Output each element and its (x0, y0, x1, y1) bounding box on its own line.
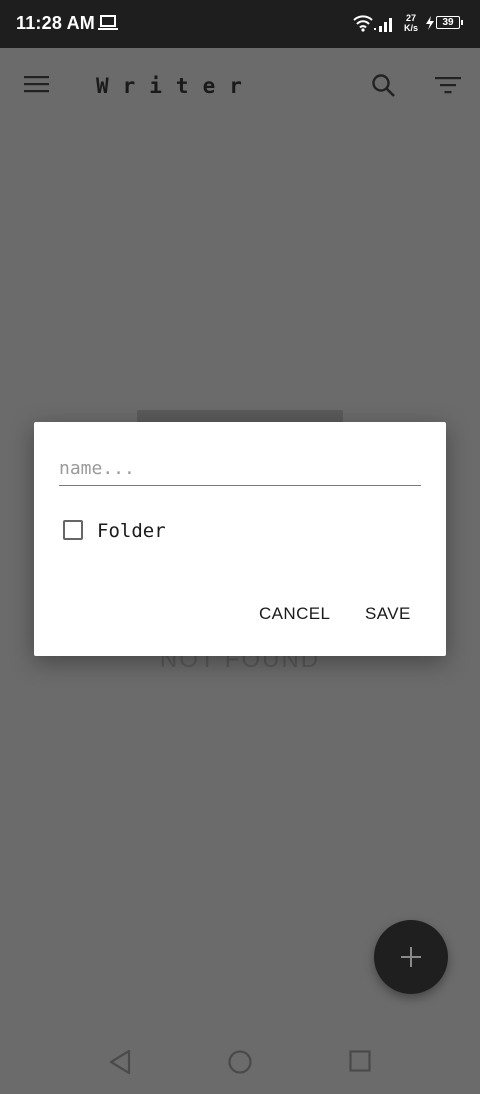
cancel-button[interactable]: CANCEL (259, 604, 330, 624)
battery-icon: 39 (436, 16, 463, 29)
wifi-icon (353, 14, 373, 37)
filter-icon[interactable] (434, 76, 462, 101)
plus-icon (401, 947, 421, 967)
network-speed-value: 27 (405, 13, 416, 23)
menu-icon[interactable] (24, 75, 50, 100)
app-bar: Writer (0, 48, 480, 124)
new-item-dialog: Folder CANCEL SAVE (34, 422, 446, 656)
search-icon[interactable] (370, 72, 398, 105)
name-input[interactable] (59, 452, 421, 486)
app-title: Writer (96, 74, 256, 98)
status-time: 11:28 AM (16, 13, 95, 33)
status-bar: 11:28 AM 27 K/s 39 (0, 0, 480, 48)
folder-checkbox[interactable] (63, 520, 83, 540)
network-speed: 27 K/s (398, 13, 424, 33)
add-button[interactable] (374, 920, 448, 994)
save-button[interactable]: SAVE (365, 604, 411, 624)
home-circle-icon[interactable] (227, 1049, 253, 1080)
back-triangle-icon[interactable] (108, 1049, 132, 1080)
recents-square-icon[interactable] (349, 1050, 371, 1077)
signal-icon (374, 16, 396, 37)
network-speed-unit: K/s (403, 23, 418, 33)
charging-icon (425, 16, 435, 35)
folder-label: Folder (97, 520, 166, 542)
laptop-icon (98, 15, 118, 36)
